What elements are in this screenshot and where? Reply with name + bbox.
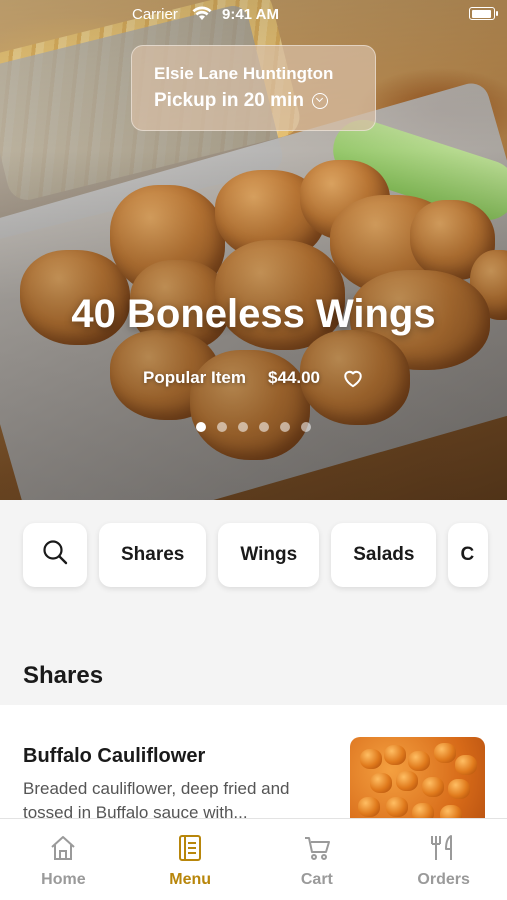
category-chip-salads[interactable]: Salads [331, 523, 437, 587]
menu-item-card[interactable]: Buffalo Cauliflower Breaded cauliflower,… [0, 705, 507, 847]
tab-label: Menu [169, 871, 212, 888]
category-chip-next[interactable]: C [448, 523, 489, 587]
carousel-dot[interactable] [301, 422, 311, 432]
location-selector[interactable]: Elsie Lane Huntington Pickup in 20 min [131, 45, 376, 131]
popular-badge: Popular Item [143, 368, 246, 387]
pickup-time: Pickup in 20 min [154, 90, 304, 111]
category-bar: Shares Wings Salads C [23, 523, 489, 587]
section-title: Shares [23, 662, 104, 689]
status-time: 9:41 AM [222, 6, 279, 23]
battery-icon [469, 7, 498, 20]
carrier-label: Carrier [132, 6, 178, 23]
carousel-dot[interactable] [259, 422, 269, 432]
carousel-dot[interactable] [217, 422, 227, 432]
cart-icon [302, 833, 332, 863]
hero-price: $44.00 [267, 368, 320, 387]
tab-home[interactable]: Home [0, 819, 127, 900]
search-button[interactable] [23, 523, 87, 587]
menu-icon [175, 833, 205, 863]
menu-item-name: Buffalo Cauliflower [23, 745, 206, 767]
carousel-dot[interactable] [196, 422, 206, 432]
tab-bar: Home Menu Cart Orders [0, 818, 507, 900]
tab-label: Home [41, 871, 86, 888]
category-chip-wings[interactable]: Wings [218, 523, 320, 587]
carousel-dots[interactable] [0, 422, 507, 432]
hero-meta: Popular Item $44.00 [0, 368, 507, 388]
category-chip-shares[interactable]: Shares [99, 523, 207, 587]
hero-banner[interactable]: Carrier 9:41 AM Elsie Lane Huntington Pi… [0, 0, 507, 500]
heart-icon[interactable] [342, 368, 364, 388]
location-name: Elsie Lane Huntington [154, 64, 334, 83]
carousel-dot[interactable] [280, 422, 290, 432]
chevron-down-icon[interactable] [311, 93, 328, 109]
status-bar: Carrier 9:41 AM [0, 0, 507, 30]
orders-icon [429, 833, 459, 863]
tab-orders[interactable]: Orders [380, 819, 507, 900]
home-icon [48, 833, 78, 863]
carousel-dot[interactable] [238, 422, 248, 432]
tab-cart[interactable]: Cart [254, 819, 381, 900]
tab-label: Cart [300, 871, 333, 888]
tab-label: Orders [417, 871, 470, 888]
search-icon [41, 538, 69, 572]
wifi-icon [192, 6, 212, 24]
hero-title: 40 Boneless Wings [71, 292, 436, 336]
tab-menu[interactable]: Menu [127, 819, 254, 900]
